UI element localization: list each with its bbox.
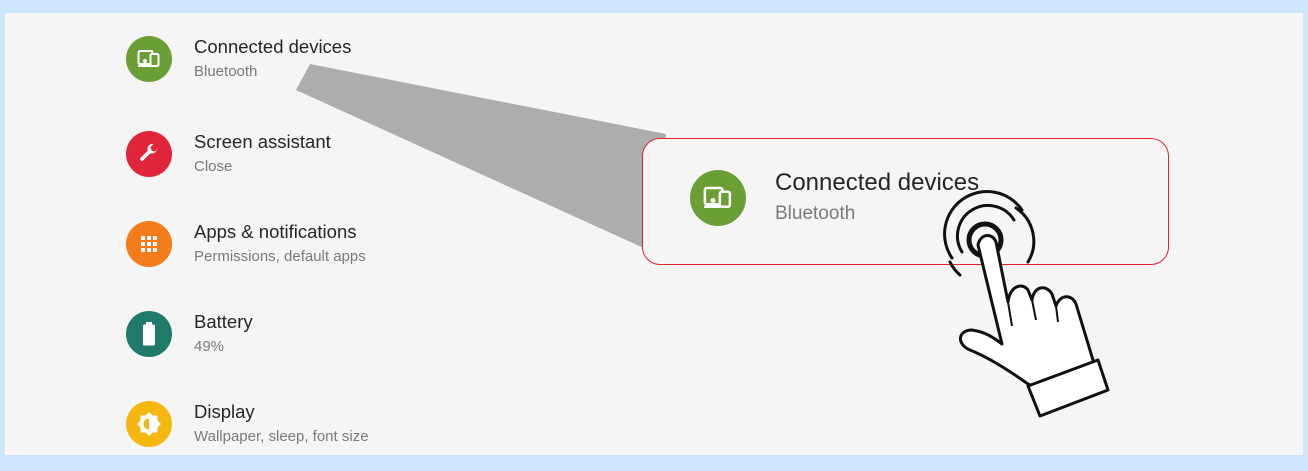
item-title: Battery (194, 311, 253, 332)
settings-item-connected-devices[interactable]: Connected devices Bluetooth (0, 36, 560, 106)
item-subtitle: Close (194, 158, 233, 175)
connected-devices-icon (690, 170, 746, 226)
settings-item-display[interactable]: Display Wallpaper, sleep, font size (0, 401, 560, 471)
item-subtitle: Wallpaper, sleep, font size (194, 428, 369, 445)
item-title: Apps & notifications (194, 221, 357, 242)
zoom-callout[interactable]: Connected devices Bluetooth (642, 138, 1169, 265)
item-subtitle: Bluetooth (194, 63, 258, 80)
item-title: Connected devices (194, 36, 352, 57)
apps-grid-icon (126, 221, 172, 267)
zoom-title: Connected devices (775, 169, 980, 196)
connected-devices-icon (126, 36, 172, 82)
item-subtitle: Permissions, default apps (194, 248, 366, 265)
item-title: Screen assistant (194, 131, 331, 152)
settings-item-apps-notifications[interactable]: Apps & notifications Permissions, defaul… (0, 221, 560, 291)
settings-item-screen-assistant[interactable]: Screen assistant Close (0, 131, 560, 201)
item-subtitle: 49% (194, 338, 225, 355)
item-title: Display (194, 401, 255, 422)
zoom-subtitle: Bluetooth (775, 203, 856, 224)
settings-item-battery[interactable]: Battery 49% (0, 311, 560, 381)
wrench-icon (126, 131, 172, 177)
display-brightness-icon (126, 401, 172, 447)
battery-icon (126, 311, 172, 357)
